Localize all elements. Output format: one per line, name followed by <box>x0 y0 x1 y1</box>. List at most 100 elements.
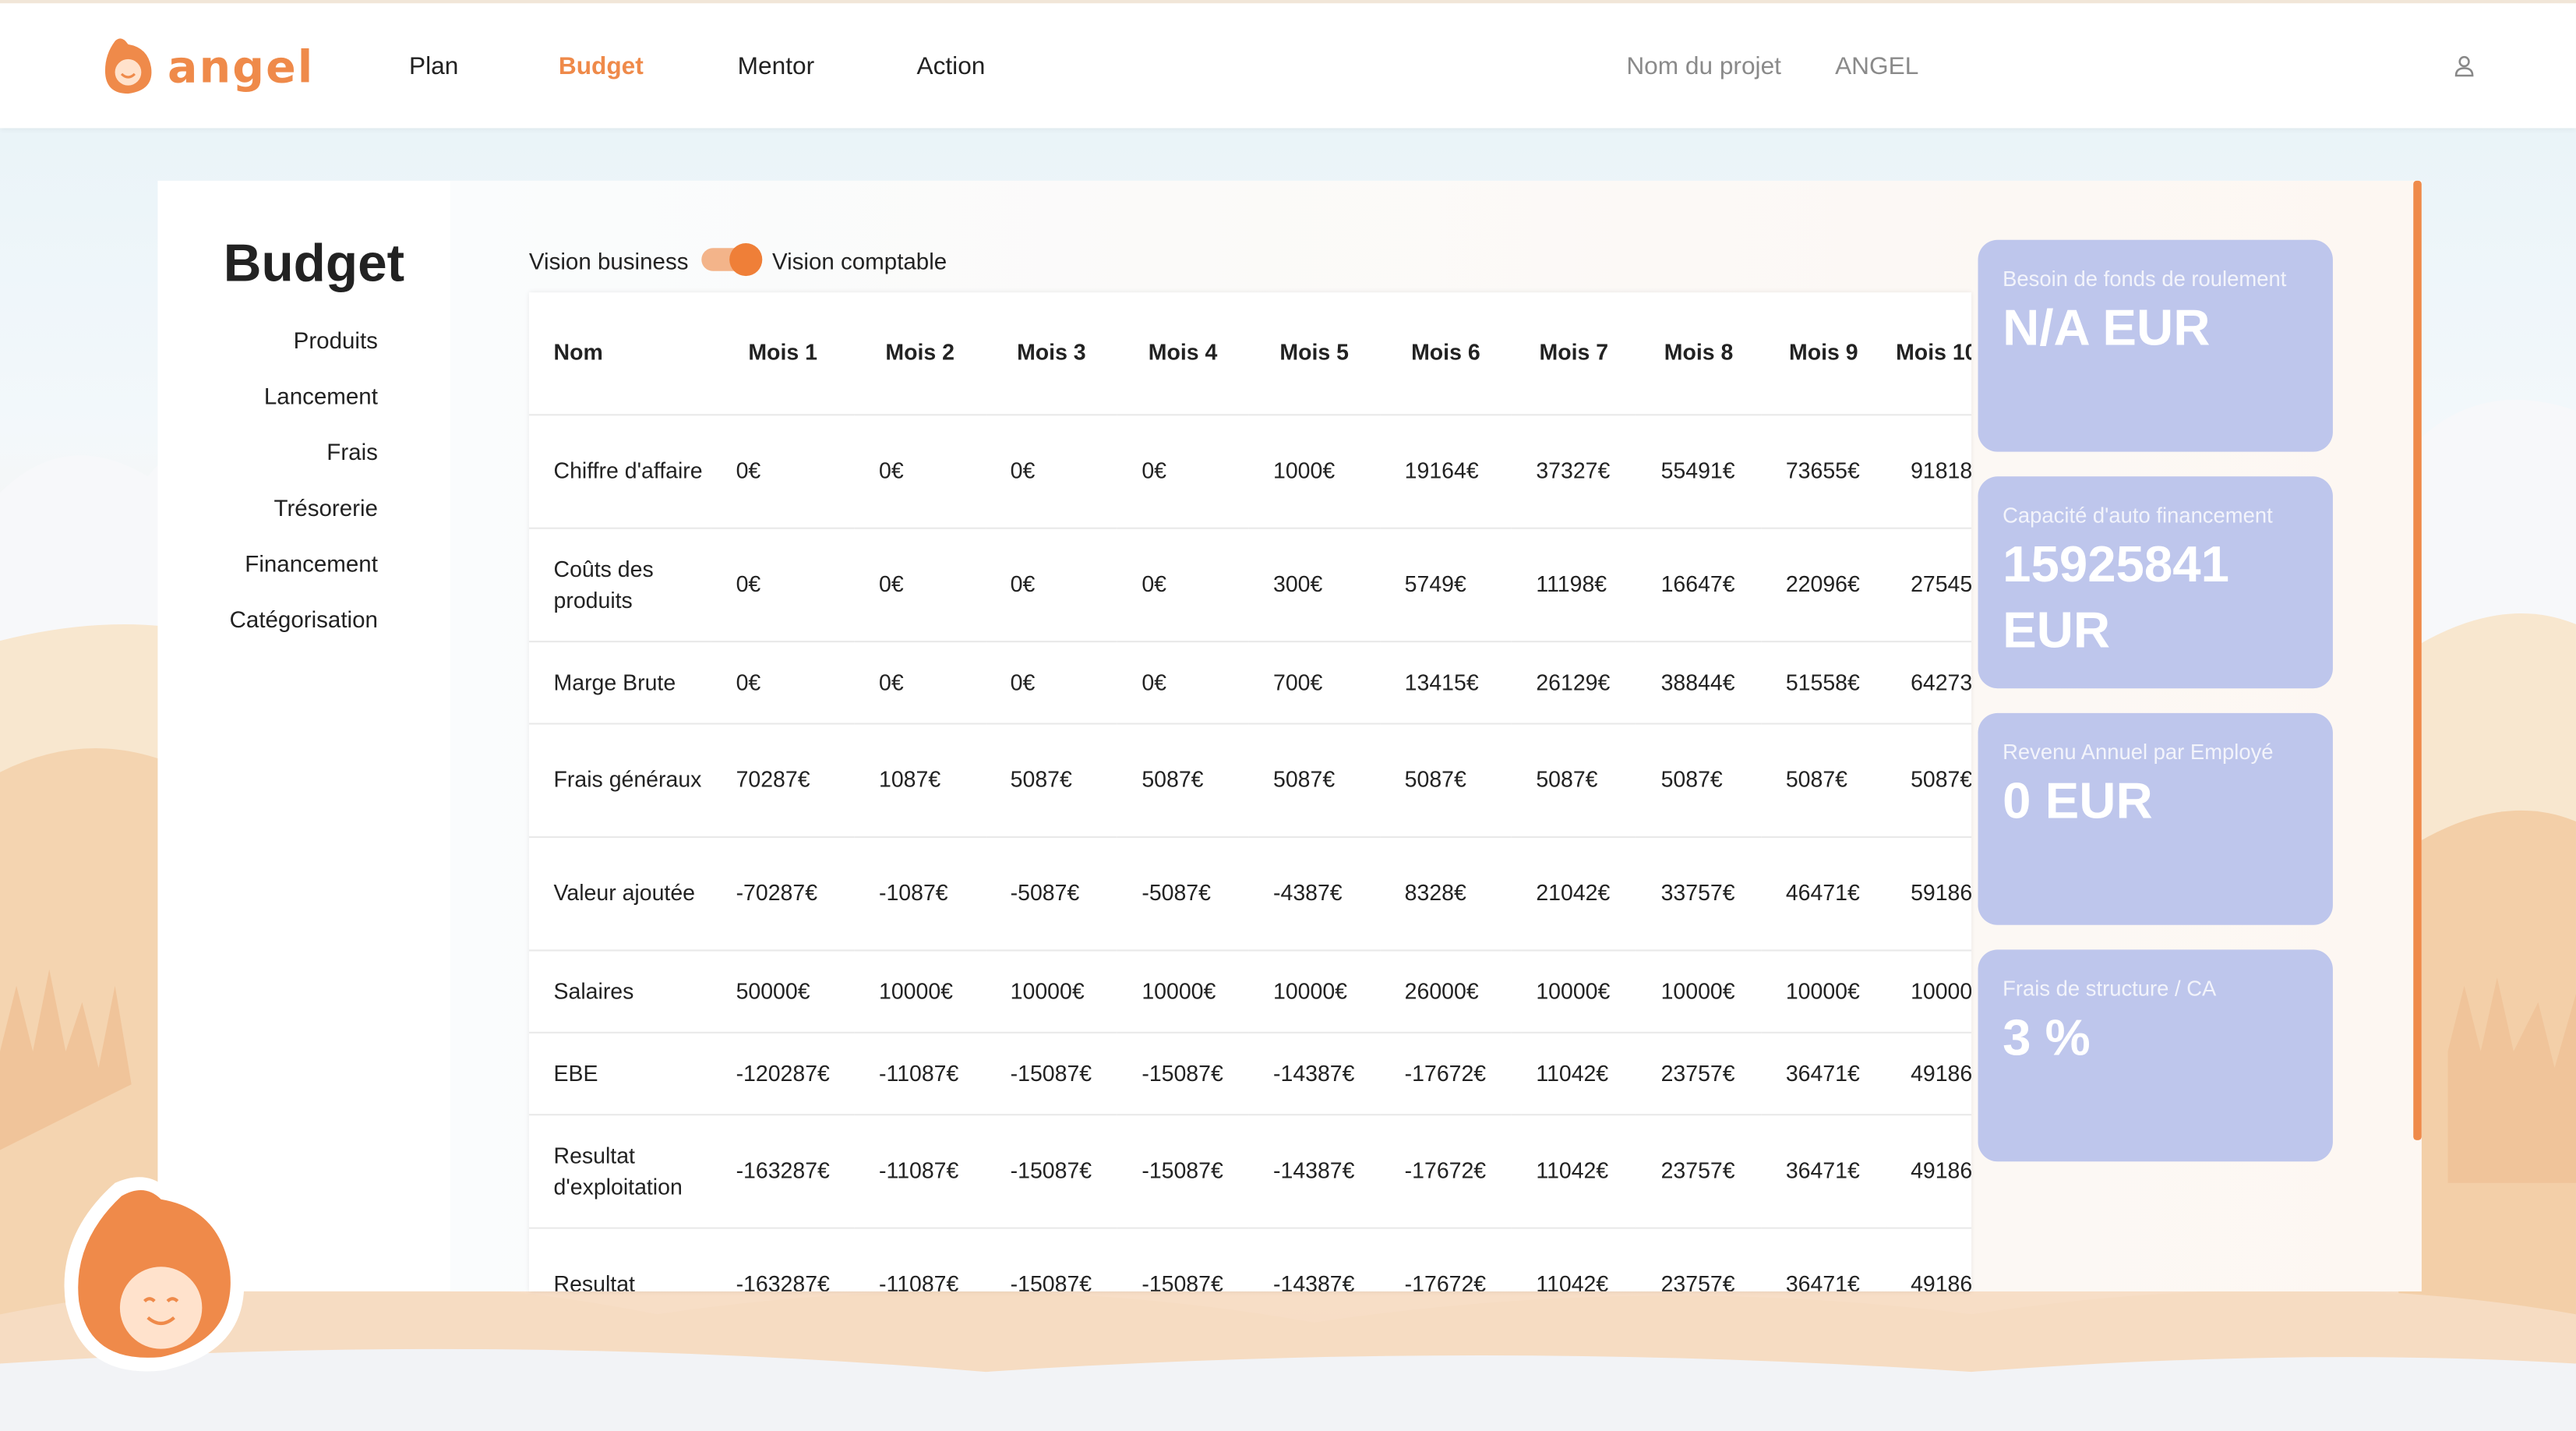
table-cell: 59186€ <box>1886 835 1972 950</box>
table-cell: 37327€ <box>1511 413 1636 528</box>
table-cell: 0€ <box>986 526 1117 641</box>
table-cell: -5087€ <box>986 835 1117 950</box>
table-cell: 11042€ <box>1511 1030 1636 1115</box>
column-header-month: Mois 1 <box>748 340 817 366</box>
sidebar-item-tresorerie[interactable]: Trésorerie <box>274 494 378 521</box>
table-cell: 5087€ <box>1511 722 1636 836</box>
table-cell: 1000€ <box>1248 413 1381 528</box>
column-header-nom: Nom <box>553 340 603 366</box>
table-cell: 11042€ <box>1511 1226 1636 1291</box>
table-cell: -163287€ <box>711 1113 855 1228</box>
angel-logo[interactable]: angel <box>99 26 329 108</box>
row-name-cell: Coûts des produits <box>528 526 711 641</box>
table-cell: 10000€ <box>1886 949 1972 1032</box>
toggle-right-label[interactable]: Vision comptable <box>772 248 947 274</box>
table-cell: 0€ <box>986 640 1117 723</box>
vision-toggle[interactable] <box>701 242 763 277</box>
nav-action[interactable]: Action <box>916 52 985 80</box>
top-navigation-bar: angel Plan Budget Mentor Action Nom du p… <box>0 0 2576 129</box>
table-cell: 10000€ <box>854 949 986 1032</box>
table-cell: 0€ <box>854 526 986 641</box>
sidebar-item-frais[interactable]: Frais <box>326 439 378 465</box>
table-cell: 36471€ <box>1761 1030 1886 1115</box>
table-cell: 46471€ <box>1761 835 1886 950</box>
table-cell: 38844€ <box>1636 640 1762 723</box>
table-cell: 0€ <box>711 413 855 528</box>
table-cell: 10000€ <box>1511 949 1636 1032</box>
user-icon[interactable] <box>2453 55 2476 78</box>
table-cell: -11087€ <box>854 1226 986 1291</box>
table-cell: 22096€ <box>1761 526 1886 641</box>
table-cell: 300€ <box>1248 526 1381 641</box>
kpi-value: 15925841 EUR <box>2003 535 2229 659</box>
table-row: Coûts des produits 0€ 0€ 0€ 0€ 300€ 5749€ 11198… <box>528 526 1972 641</box>
table-cell: 36471€ <box>1761 1113 1886 1228</box>
table-cell: 1087€ <box>854 722 986 836</box>
column-header-month: Mois 8 <box>1664 340 1734 366</box>
table-cell: 0€ <box>1117 413 1249 528</box>
column-header-month: Mois 2 <box>885 340 955 366</box>
column-header-month: Mois 5 <box>1279 340 1349 366</box>
table-cell: 0€ <box>854 413 986 528</box>
nav-mentor[interactable]: Mentor <box>738 52 814 80</box>
sidebar-item-financement[interactable]: Financement <box>245 550 378 577</box>
table-cell: 50000€ <box>711 949 855 1032</box>
sidebar-item-produits[interactable]: Produits <box>294 327 378 353</box>
table-cell: 5087€ <box>1636 722 1762 836</box>
background-foreground-hills-2 <box>0 1348 2576 1431</box>
sidebar-item-lancement[interactable]: Lancement <box>264 383 378 409</box>
toggle-left-label[interactable]: Vision business <box>529 248 689 274</box>
table-cell: 26129€ <box>1511 640 1636 723</box>
table-cell: 13415€ <box>1380 640 1512 723</box>
table-cell: 0€ <box>711 640 855 723</box>
table-cell: -5087€ <box>1117 835 1249 950</box>
table-cell: 16647€ <box>1636 526 1762 641</box>
table-cell: 55491€ <box>1636 413 1762 528</box>
table-row: Marge Brute 0€ 0€ 0€ 0€ 700€ 13415€ 26129€ 38844… <box>528 640 1972 723</box>
table-cell: 26000€ <box>1380 949 1512 1032</box>
column-header-month: Mois 7 <box>1539 340 1609 366</box>
table-cell: 5087€ <box>1380 722 1512 836</box>
angel-mascot-icon[interactable] <box>49 1170 255 1383</box>
page-title: Budget <box>223 233 405 293</box>
nav-budget[interactable]: Budget <box>559 52 644 80</box>
table-cell: 49186€ <box>1886 1030 1972 1115</box>
table-cell: 23757€ <box>1636 1226 1762 1291</box>
row-name-cell: Chiffre d'affaire <box>528 413 711 528</box>
row-name-cell: EBE <box>528 1030 711 1115</box>
table-cell: -70287€ <box>711 835 855 950</box>
table-cell: -15087€ <box>1117 1030 1249 1115</box>
table-cell: 70287€ <box>711 722 855 836</box>
toggle-knob <box>729 242 763 277</box>
card-accent-bar <box>2413 180 2422 1140</box>
angel-logo-icon <box>104 38 152 94</box>
kpi-value: N/A EUR <box>2003 299 2211 357</box>
sidebar-item-categorisation[interactable]: Catégorisation <box>230 606 378 633</box>
table-cell: 0€ <box>854 640 986 723</box>
table-cell: -15087€ <box>986 1226 1117 1291</box>
table-row: Chiffre d'affaire 0€ 0€ 0€ 0€ 1000€ 19164€ 3732… <box>528 413 1972 528</box>
table-cell: 11042€ <box>1511 1113 1636 1228</box>
table-cell: -14387€ <box>1248 1113 1381 1228</box>
table-cell: 10000€ <box>986 949 1117 1032</box>
table-row: Resultat -163287€ -11087€ -15087€ -15087€ -14… <box>528 1226 1972 1291</box>
table-cell: -15087€ <box>986 1030 1117 1115</box>
column-header-month: Mois 9 <box>1789 340 1858 366</box>
project-name-value[interactable]: ANGEL <box>1835 52 1918 80</box>
budget-table-scroll[interactable]: Nom Mois 1 Mois 2 Mois 3 Mois 4 Mois 5 M… <box>528 292 1972 1291</box>
kpi-card-bfr: Besoin de fonds de roulement N/A EUR <box>1978 239 2333 452</box>
nav-plan[interactable]: Plan <box>409 52 458 80</box>
table-cell: 49186€ <box>1886 1226 1972 1291</box>
kpi-label: Revenu Annuel par Employé <box>2003 739 2274 765</box>
table-cell: 8328€ <box>1380 835 1512 950</box>
table-header-row: Nom Mois 1 Mois 2 Mois 3 Mois 4 Mois 5 M… <box>529 292 1972 414</box>
table-cell: -163287€ <box>711 1226 855 1291</box>
row-name-cell: Salaires <box>528 949 711 1032</box>
kpi-label: Frais de structure / CA <box>2003 976 2217 1001</box>
table-cell: 0€ <box>1117 640 1249 723</box>
row-name-cell: Frais généraux <box>528 722 711 836</box>
table-cell: 73655€ <box>1761 413 1886 528</box>
table-cell: 0€ <box>986 413 1117 528</box>
table-cell: 5087€ <box>1761 722 1886 836</box>
kpi-card-revenu-employe: Revenu Annuel par Employé 0 EUR <box>1978 712 2333 925</box>
